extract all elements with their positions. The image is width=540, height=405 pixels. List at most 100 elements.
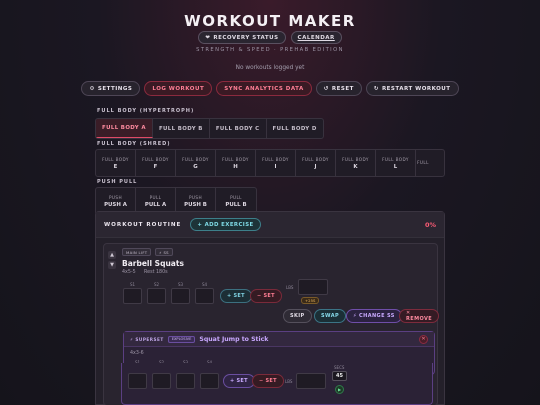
tab-bottom: F xyxy=(153,163,158,170)
tab-bottom: E xyxy=(113,163,118,170)
main-lift-tag: MAIN LIFT xyxy=(122,248,152,256)
tab-top: FULL BODY xyxy=(142,156,169,162)
tab-bottom: H xyxy=(233,163,238,170)
slot-label: S1 xyxy=(130,282,136,287)
superset-slot-3[interactable] xyxy=(176,373,195,389)
tab-full-body-f[interactable]: FULL BODY F xyxy=(136,150,176,176)
exercise-rest: Rest 180s xyxy=(144,270,168,275)
remove-exercise-button[interactable]: ✕ REMOVE xyxy=(399,309,440,323)
tab-bottom: K xyxy=(353,163,358,170)
superset-slot-4[interactable] xyxy=(200,373,219,389)
tabs-shred: FULL BODY E FULL BODY F FULL BODY G FULL BO… xyxy=(95,149,445,177)
tab-bottom: J xyxy=(314,163,317,170)
slot-label: S2 xyxy=(154,282,160,287)
tab-bottom: PUSH A xyxy=(104,201,127,208)
subtitle: STRENGTH & SPEED · PREHAB EDITION xyxy=(196,47,344,53)
superset-header: ⚡ SUPERSET EXPLOSIVE Squat Jump to Stick… xyxy=(124,332,434,347)
tab-top: FULL BODY xyxy=(182,156,209,162)
exercise-sets: 4x5-5 xyxy=(122,270,136,275)
swap-button[interactable]: SWAP xyxy=(314,309,347,323)
sync-analytics-button[interactable]: SYNC ANALYTICS DATA xyxy=(216,81,312,96)
no-workouts-text: No workouts logged yet xyxy=(235,65,305,71)
slot-label: S4 xyxy=(202,282,208,287)
tab-top: FULL BODY xyxy=(102,156,129,162)
move-up-icon[interactable]: ▲ xyxy=(108,251,116,259)
move-down-icon[interactable]: ▼ xyxy=(108,261,116,269)
change-superset-button[interactable]: ⚡ CHANGE SS xyxy=(346,309,402,323)
settings-button[interactable]: ⚙ SETTINGS xyxy=(81,81,141,96)
settings-label: SETTINGS xyxy=(97,85,133,92)
tab-full-body-a[interactable]: FULL BODY A xyxy=(96,119,153,138)
tab-bottom: L xyxy=(393,163,398,170)
remove-set-button[interactable]: − SET xyxy=(250,289,282,303)
reset-label: RESET xyxy=(331,85,354,92)
tab-top: FULL BODY xyxy=(302,156,329,162)
calendar-button[interactable]: CALENDAR xyxy=(290,31,342,44)
tab-full-body-j[interactable]: FULL BODY J xyxy=(296,150,336,176)
tab-full-body-e[interactable]: FULL BODY E xyxy=(96,150,136,176)
section-label-push-pull: PUSH PULL xyxy=(97,179,138,185)
superset-slot-2[interactable] xyxy=(152,373,171,389)
tab-full-body-h[interactable]: FULL BODY H xyxy=(216,150,256,176)
add-set-button[interactable]: + SET xyxy=(220,289,252,303)
tab-top: PULL xyxy=(230,194,242,200)
tabs-hypertrophy: FULL BODY A FULL BODY B FULL BODY C FULL… xyxy=(95,118,324,139)
tab-full-body-c[interactable]: FULL BODY C xyxy=(210,119,267,138)
superset-weight-input[interactable] xyxy=(296,373,326,389)
log-workout-button[interactable]: LOG WORKOUT xyxy=(144,81,213,96)
header-actions: ❤ RECOVERY STATUS CALENDAR xyxy=(0,31,540,44)
tab-full-body-b[interactable]: FULL BODY B xyxy=(153,119,210,138)
tab-top: PULL xyxy=(149,194,162,200)
recovery-status-button[interactable]: ❤ RECOVERY STATUS xyxy=(198,31,286,44)
gear-icon: ⚙ xyxy=(89,85,95,92)
play-icon[interactable]: ▶ xyxy=(335,385,344,394)
superset-body: + SET − SET LBS SECS 45 ▶ xyxy=(121,363,433,405)
set-slot-3[interactable] xyxy=(171,288,190,304)
log-workout-label: LOG WORKOUT xyxy=(152,85,205,92)
rest-badge: +25S xyxy=(301,297,320,304)
superset-exercise-name: Squat Jump to Stick xyxy=(199,335,269,343)
tab-full-body-partial[interactable]: FULL xyxy=(416,150,430,176)
weight-input[interactable] xyxy=(298,279,328,295)
secs-value[interactable]: 45 xyxy=(332,371,347,381)
superset-slot-1[interactable] xyxy=(128,373,147,389)
recovery-status-label: RECOVERY STATUS xyxy=(213,34,279,41)
secs-label: SECS xyxy=(334,365,345,370)
reset-button[interactable]: ↺ RESET xyxy=(315,81,362,96)
explosive-tag: EXPLOSIVE xyxy=(167,335,196,343)
undo-icon: ↺ xyxy=(323,85,329,92)
restart-label: RESTART WORKOUT xyxy=(381,85,451,92)
set-slot-4[interactable] xyxy=(195,288,214,304)
set-slot-1[interactable] xyxy=(123,288,142,304)
refresh-icon: ↻ xyxy=(373,85,379,92)
section-label-shred: FULL BODY (SHRED) xyxy=(97,141,171,147)
tab-top: FULL BODY xyxy=(222,156,249,162)
app-title: WORKOUT MAKER xyxy=(184,12,356,30)
add-exercise-button[interactable]: + ADD EXERCISE xyxy=(190,218,261,231)
close-icon[interactable]: ✕ xyxy=(419,334,428,344)
skip-button[interactable]: SKIP xyxy=(283,309,312,323)
tab-full-body-g[interactable]: FULL BODY G xyxy=(176,150,216,176)
tab-top: FULL BODY xyxy=(342,156,369,162)
tab-full-body-i[interactable]: FULL BODY I xyxy=(256,150,296,176)
superset-sets: 4x3-6 xyxy=(130,351,144,356)
tab-top: FULL BODY xyxy=(262,156,289,162)
slot-label: S3 xyxy=(178,282,184,287)
superset-add-set-button[interactable]: + SET xyxy=(223,374,255,388)
tab-bottom: PULL B xyxy=(225,201,247,208)
tab-full-body-k[interactable]: FULL BODY K xyxy=(336,150,376,176)
restart-workout-button[interactable]: ↻ RESTART WORKOUT xyxy=(365,81,459,96)
progress-percent: 0% xyxy=(424,220,436,229)
exercise-name: Barbell Squats xyxy=(122,259,184,268)
section-label-hypertrophy: FULL BODY (HYPERTROPH) xyxy=(97,108,195,114)
set-slot-2[interactable] xyxy=(147,288,166,304)
tab-full-body-l[interactable]: FULL BODY L xyxy=(376,150,416,176)
tab-bottom: G xyxy=(193,163,198,170)
superset-lbs-label: LBS xyxy=(285,379,293,384)
superset-remove-set-button[interactable]: − SET xyxy=(252,374,284,388)
toolbar: ⚙ SETTINGS LOG WORKOUT SYNC ANALYTICS DA… xyxy=(0,81,540,96)
superset-tag: ⚡ SS xyxy=(155,248,173,256)
tab-full-body-d[interactable]: FULL BODY D xyxy=(267,119,323,138)
routine-title: WORKOUT ROUTINE xyxy=(104,221,182,228)
tab-bottom: I xyxy=(274,163,277,170)
